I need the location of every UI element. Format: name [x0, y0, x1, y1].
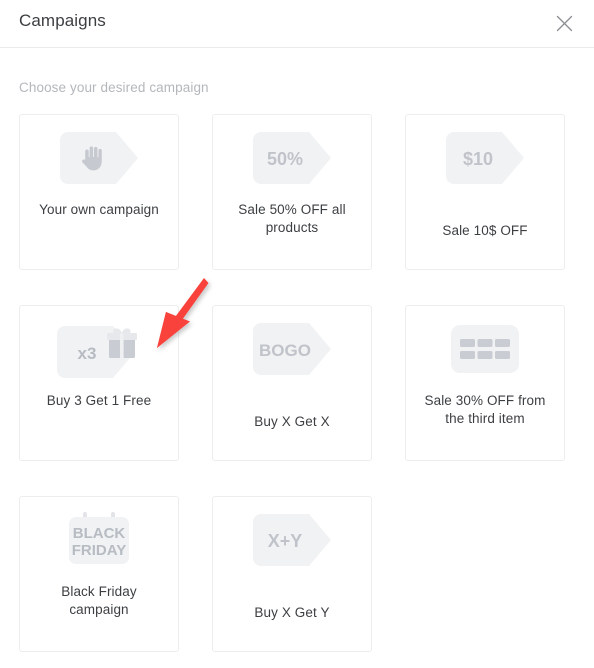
campaign-card-sale-10-off[interactable]: $10 Sale 10$ OFF — [405, 114, 565, 270]
campaign-card-your-own[interactable]: Your own campaign — [19, 114, 179, 270]
calendar-black-friday-icon: BLACK FRIDAY — [20, 497, 178, 583]
campaign-card-label: Buy X Get X — [254, 414, 330, 429]
tag-icon-text: x3 — [78, 344, 97, 363]
tag-hand-icon — [20, 115, 178, 201]
campaign-card-sale-30-off-third-item[interactable]: Sale 30% OFF from the third item — [405, 305, 565, 461]
tag-icon-text: X+Y — [268, 531, 303, 551]
tag-amount-icon: $10 — [406, 115, 564, 201]
campaign-card-buy-x-get-x[interactable]: BOGO Buy X Get X — [212, 305, 372, 461]
campaign-card-label: Sale 50% OFF all products — [238, 202, 346, 235]
tag-icon-text: 50% — [267, 149, 303, 169]
campaign-card-label: Your own campaign — [39, 202, 159, 217]
tag-bogo-icon: BOGO — [213, 306, 371, 392]
grid-items-icon — [406, 306, 564, 392]
campaign-card-grid: Your own campaign 50% Sale 50% OFF all p… — [19, 114, 569, 652]
tag-xy-icon: X+Y — [213, 497, 371, 583]
close-icon — [556, 15, 573, 32]
campaign-card-sale-50-off[interactable]: 50% Sale 50% OFF all products — [212, 114, 372, 270]
page-title: Campaigns — [19, 11, 106, 30]
campaign-card-label: Sale 30% OFF from the third item — [424, 393, 546, 426]
campaign-card-black-friday[interactable]: BLACK FRIDAY Black Friday campaign — [19, 496, 179, 652]
tag-icon-text: $10 — [463, 149, 493, 169]
campaign-card-buy-x-get-y[interactable]: X+Y Buy X Get Y — [212, 496, 372, 652]
close-button[interactable] — [549, 8, 579, 38]
campaign-card-buy-3-get-1-free[interactable]: x3 Buy 3 Get 1 Free — [19, 305, 179, 461]
campaign-card-label: Buy 3 Get 1 Free — [46, 393, 152, 408]
tag-percent-icon: 50% — [213, 115, 371, 201]
calendar-icon-text-line2: FRIDAY — [72, 542, 126, 559]
subtitle: Choose your desired campaign — [19, 80, 209, 95]
campaign-card-label: Black Friday campaign — [61, 584, 137, 617]
campaign-card-label: Sale 10$ OFF — [442, 223, 528, 238]
tag-gift-icon: x3 — [20, 306, 178, 392]
calendar-icon-text-line1: BLACK — [73, 525, 126, 542]
modal-header: Campaigns — [0, 0, 594, 48]
tag-icon-text: BOGO — [259, 341, 311, 360]
campaign-card-label: Buy X Get Y — [254, 605, 330, 620]
